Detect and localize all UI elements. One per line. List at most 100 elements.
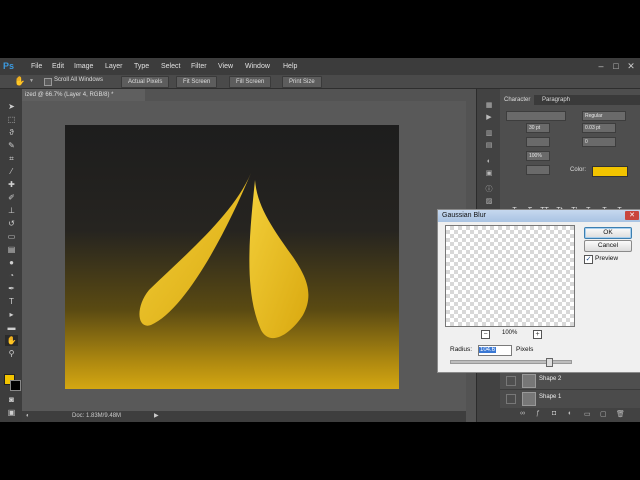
petal-shapes xyxy=(139,173,309,339)
info-panel-icon[interactable]: ⓘ xyxy=(483,185,495,194)
background-color-swatch[interactable] xyxy=(10,380,21,391)
menu-select[interactable]: Select xyxy=(161,58,180,75)
status-menu-arrow-icon[interactable]: ▶ xyxy=(154,411,159,422)
add-mask-icon[interactable]: ◘ xyxy=(552,410,556,417)
adjustment-layer-icon[interactable]: ◐ xyxy=(568,410,572,417)
radius-value: 104.6 xyxy=(479,347,497,353)
text-color-swatch[interactable] xyxy=(592,166,628,177)
marquee-tool-icon[interactable]: ⬚ xyxy=(5,114,18,125)
crop-tool-icon[interactable]: ⌗ xyxy=(5,153,18,164)
dialog-title-bar[interactable]: Gaussian Blur ✕ xyxy=(438,210,640,222)
radius-slider-thumb[interactable] xyxy=(546,358,553,367)
visibility-toggle[interactable] xyxy=(506,376,516,386)
radius-slider-track[interactable] xyxy=(450,360,572,364)
fill-screen-button[interactable]: Fill Screen xyxy=(229,76,272,88)
photoshop-window: Ps File Edit Image Layer Type Select Fil… xyxy=(0,58,640,422)
delete-layer-icon[interactable]: 🗑 xyxy=(616,410,625,418)
history-panel-icon[interactable]: ▦ xyxy=(483,101,495,110)
menu-type[interactable]: Type xyxy=(134,58,149,75)
styles-panel-icon[interactable]: ▤ xyxy=(483,141,495,150)
font-size-field[interactable]: 30 pt xyxy=(526,123,550,133)
gaussian-blur-dialog: Gaussian Blur ✕ − 100% + OK Cancel ✓ Pre… xyxy=(437,209,640,373)
layers-footer: ∞ ƒ ◘ ◐ ▭ ▢ 🗑 xyxy=(500,408,640,422)
preview-zoom-level: 100% xyxy=(502,330,518,336)
radius-input[interactable]: 104.6 xyxy=(478,345,512,356)
close-icon[interactable]: ✕ xyxy=(625,211,639,220)
minimize-icon[interactable]: – xyxy=(596,61,606,71)
menu-edit[interactable]: Edit xyxy=(52,58,64,75)
maximize-icon[interactable]: □ xyxy=(611,61,621,71)
menu-layer[interactable]: Layer xyxy=(105,58,123,75)
path-select-icon[interactable]: ▸ xyxy=(5,309,18,320)
layer-row[interactable]: Shape 1 xyxy=(500,389,640,407)
new-layer-icon[interactable]: ▢ xyxy=(600,410,607,418)
kerning-field[interactable] xyxy=(526,137,550,147)
layer-name: Shape 1 xyxy=(539,394,562,400)
hand-tool-icon[interactable]: ✋ xyxy=(5,335,18,346)
cancel-button[interactable]: Cancel xyxy=(584,240,632,252)
quick-mask-icon[interactable]: ◙ xyxy=(5,394,18,405)
actual-pixels-button[interactable]: Actual Pixels xyxy=(121,76,170,88)
gradient-tool-icon[interactable]: ▤ xyxy=(5,244,18,255)
font-style-field[interactable]: Regular xyxy=(582,111,626,121)
menu-image[interactable]: Image xyxy=(74,58,93,75)
scroll-all-checkbox[interactable] xyxy=(44,78,52,86)
masks-panel-icon[interactable]: ▣ xyxy=(483,169,495,178)
zoom-in-icon[interactable]: + xyxy=(533,330,542,339)
tracking-field[interactable]: 0 xyxy=(582,137,616,147)
radius-label: Radius: xyxy=(450,346,473,353)
actions-panel-icon[interactable]: ▶ xyxy=(483,113,495,122)
layer-row[interactable]: Shape 2 xyxy=(500,371,640,389)
blur-tool-icon[interactable]: ● xyxy=(5,257,18,268)
history-brush-icon[interactable]: ↺ xyxy=(5,218,18,229)
eyedropper-tool-icon[interactable]: ⁄ xyxy=(5,166,18,177)
ok-button[interactable]: OK xyxy=(584,227,632,239)
leading-field[interactable]: 0.03 pt xyxy=(582,123,616,133)
dialog-title: Gaussian Blur xyxy=(442,212,486,219)
type-tool-icon[interactable]: T xyxy=(5,296,18,307)
brush-tool-icon[interactable]: ✐ xyxy=(5,192,18,203)
close-icon[interactable]: ✕ xyxy=(626,61,636,71)
group-icon[interactable]: ▭ xyxy=(584,410,591,418)
swatches-panel-icon[interactable]: ▥ xyxy=(483,129,495,138)
zoom-tool-icon[interactable]: ⚲ xyxy=(5,348,18,359)
zoom-readout-icon[interactable]: ◐ xyxy=(26,411,30,422)
canvas-area[interactable] xyxy=(22,101,466,411)
move-tool-icon[interactable]: ➤ xyxy=(5,101,18,112)
visibility-toggle[interactable] xyxy=(506,394,516,404)
tab-paragraph[interactable]: Paragraph xyxy=(538,95,574,105)
left-petal-shape xyxy=(139,173,251,326)
vertical-scale-field[interactable]: 100% xyxy=(526,151,550,161)
document-tab[interactable]: ized @ 66.7% (Layer 4, RGB/8) * xyxy=(22,89,145,101)
lasso-tool-icon[interactable]: ϑ xyxy=(5,127,18,138)
artboard[interactable] xyxy=(65,125,399,389)
navigator-panel-icon[interactable]: ▨ xyxy=(483,197,495,206)
clone-stamp-icon[interactable]: ⊥ xyxy=(5,205,18,216)
font-family-field[interactable] xyxy=(506,111,566,121)
hand-tool-icon[interactable]: ✋ xyxy=(14,76,25,87)
adjustments-panel-icon[interactable]: ◐ xyxy=(483,157,495,166)
blur-preview[interactable] xyxy=(445,225,575,327)
screen-mode-icon[interactable]: ▣ xyxy=(5,407,18,418)
menu-window[interactable]: Window xyxy=(245,58,270,75)
tab-character[interactable]: Character xyxy=(500,95,535,105)
menu-view[interactable]: View xyxy=(218,58,233,75)
zoom-out-icon[interactable]: − xyxy=(481,330,490,339)
shape-tool-icon[interactable]: ▬ xyxy=(5,322,18,333)
baseline-shift-field[interactable] xyxy=(526,165,550,175)
pen-tool-icon[interactable]: ✒ xyxy=(5,283,18,294)
layer-style-icon[interactable]: ƒ xyxy=(536,410,540,417)
chevron-down-icon[interactable]: ▼ xyxy=(29,78,34,84)
menu-filter[interactable]: Filter xyxy=(191,58,207,75)
link-layers-icon[interactable]: ∞ xyxy=(520,410,525,417)
options-bar: ✋ ▼ Scroll All Windows Actual Pixels Fit… xyxy=(0,75,640,89)
dodge-tool-icon[interactable]: ◔ xyxy=(5,270,18,281)
fit-screen-button[interactable]: Fit Screen xyxy=(176,76,218,88)
preview-checkbox[interactable]: ✓ xyxy=(584,255,593,264)
quick-select-tool-icon[interactable]: ✎ xyxy=(5,140,18,151)
menu-help[interactable]: Help xyxy=(283,58,297,75)
print-size-button[interactable]: Print Size xyxy=(282,76,322,88)
eraser-tool-icon[interactable]: ▭ xyxy=(5,231,18,242)
menu-file[interactable]: File xyxy=(31,58,42,75)
healing-brush-icon[interactable]: ✚ xyxy=(5,179,18,190)
